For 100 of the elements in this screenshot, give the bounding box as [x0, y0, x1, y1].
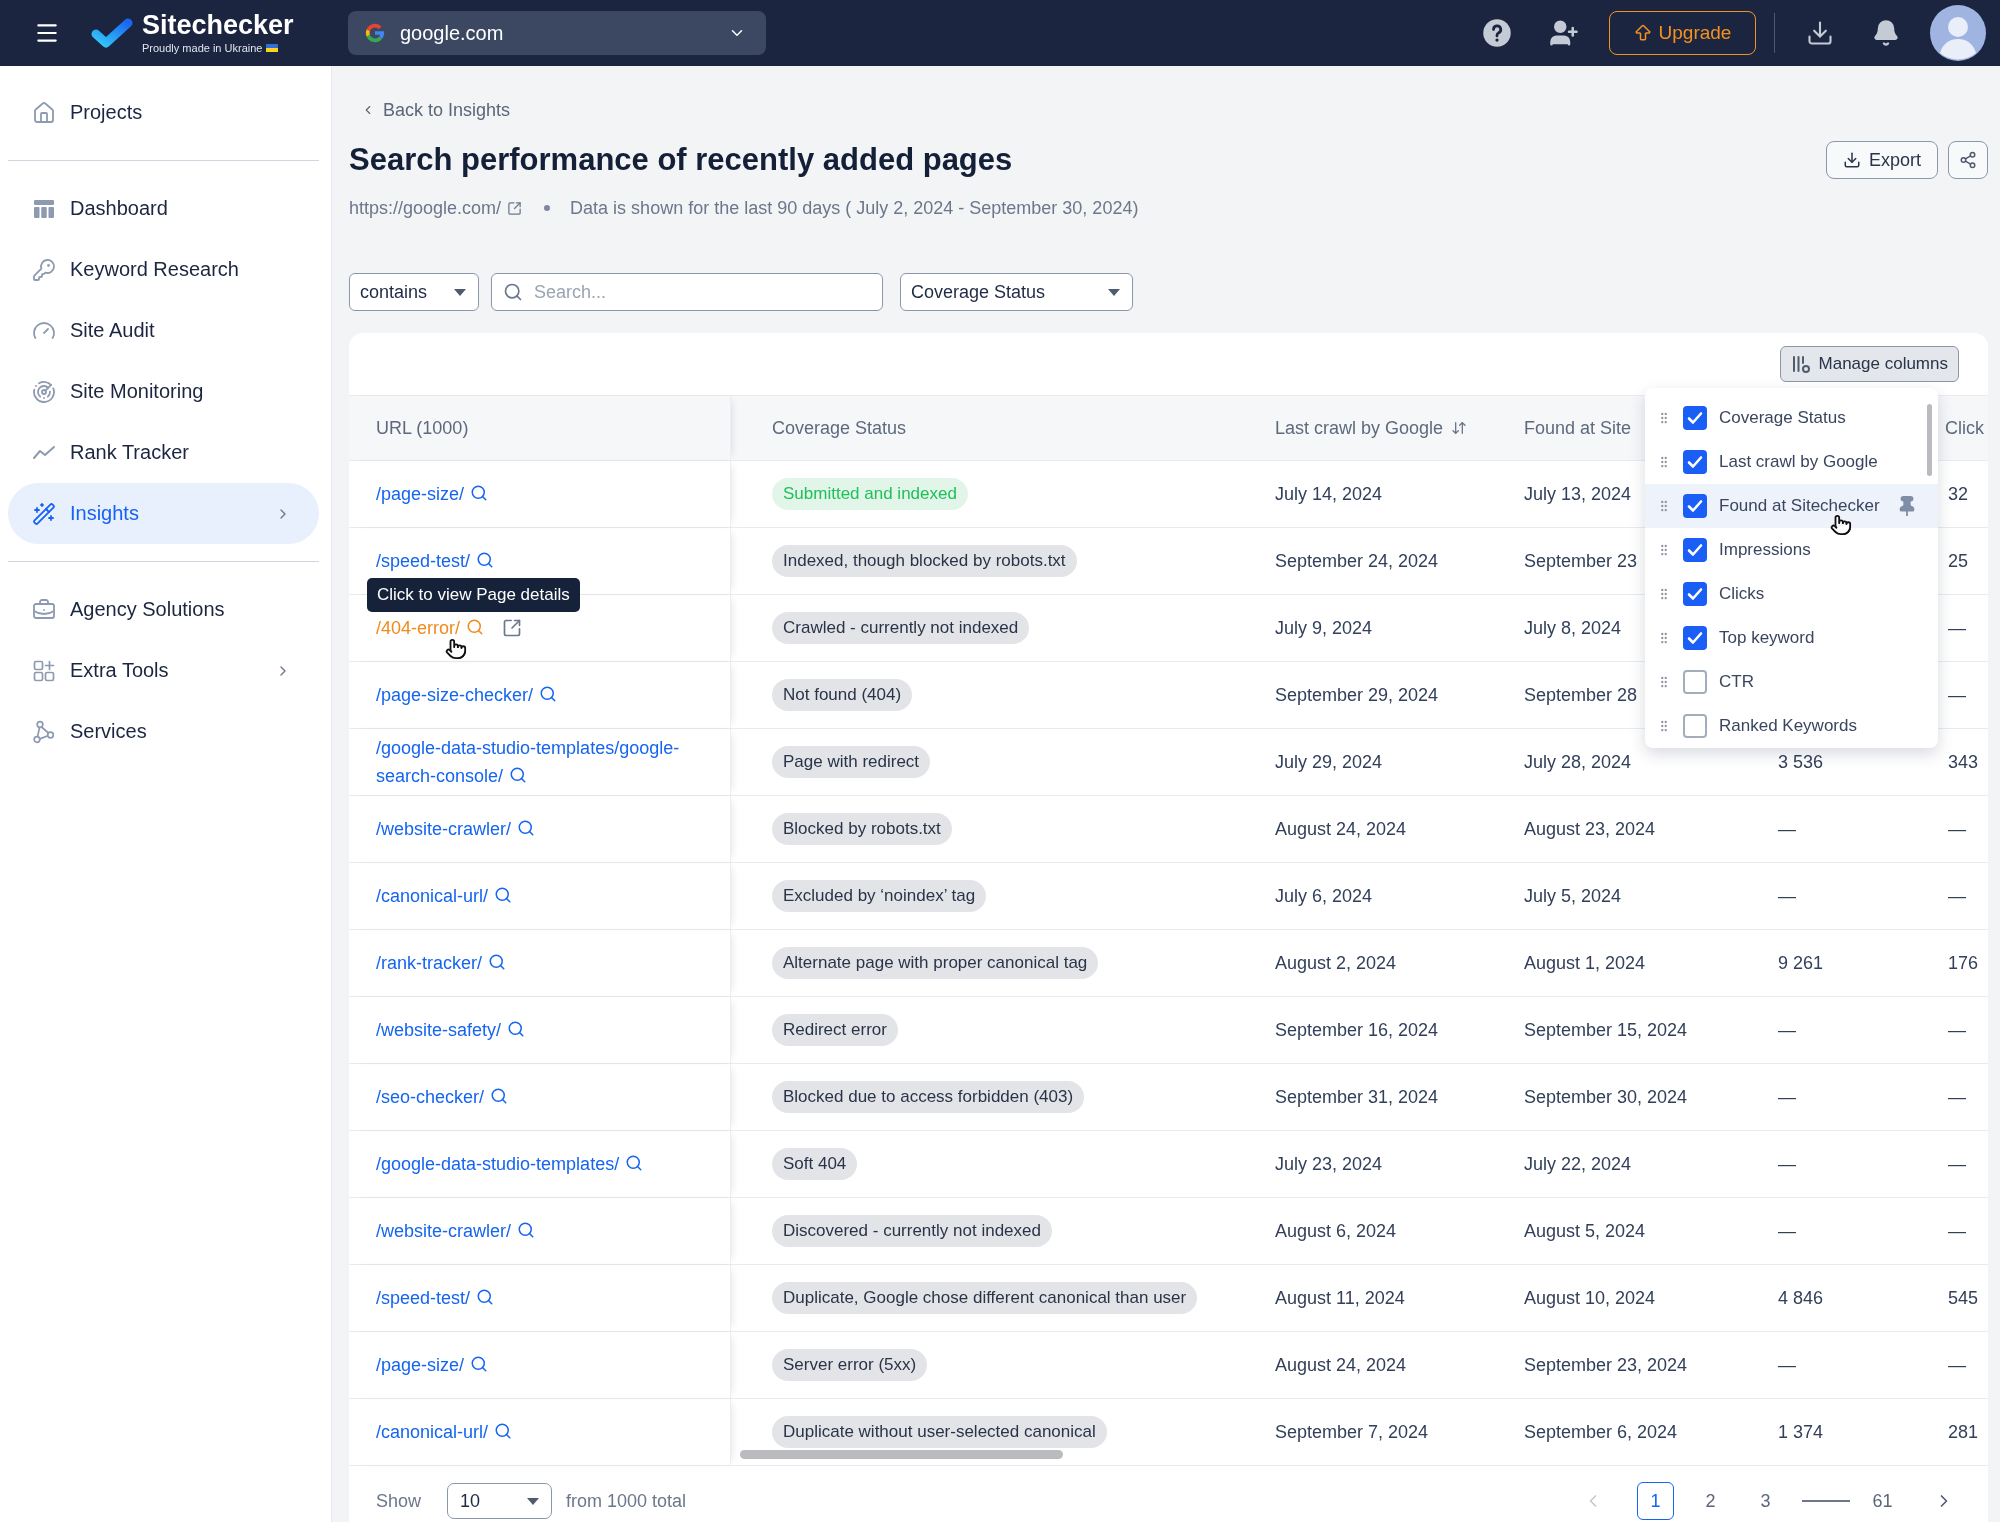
home-icon	[32, 100, 56, 125]
column-menu-item[interactable]: Top keyword	[1645, 616, 1938, 660]
bell-icon[interactable]	[1872, 19, 1900, 47]
scrollbar-thumb[interactable]	[740, 1450, 1063, 1459]
checkbox[interactable]	[1683, 626, 1707, 650]
checkbox[interactable]	[1683, 406, 1707, 430]
grid-plus-icon	[32, 658, 56, 683]
search-icon[interactable]	[476, 551, 495, 570]
tooltip: Click to view Page details	[367, 578, 580, 612]
sidebar-item[interactable]: Extra Tools	[8, 640, 319, 701]
page-url-link[interactable]: /page-size/	[376, 480, 489, 508]
page-url-link[interactable]: /speed-test/	[376, 1284, 495, 1312]
sidebar-item[interactable]: Insights	[8, 483, 319, 544]
status-filter-dropdown[interactable]: Coverage Status	[900, 273, 1133, 311]
column-menu-item[interactable]: CTR	[1645, 660, 1938, 704]
search-icon[interactable]	[509, 766, 528, 785]
found-date: July 28, 2024	[1524, 751, 1632, 773]
checkmark-logo-icon	[90, 17, 134, 49]
metric-value: —	[1778, 1220, 1796, 1242]
checkbox[interactable]	[1683, 450, 1707, 474]
search-icon[interactable]	[476, 1288, 495, 1307]
avatar-icon[interactable]	[1930, 5, 1986, 61]
caret-icon	[1108, 288, 1120, 296]
page-url-link[interactable]: /seo-checker/	[376, 1083, 509, 1111]
checkbox[interactable]	[1683, 538, 1707, 562]
sidebar-item[interactable]: Rank Tracker	[8, 422, 319, 483]
search-icon[interactable]	[539, 685, 558, 704]
page-url-link[interactable]: /google-data-studio-templates/google-search-console/	[376, 734, 714, 790]
status-badge: Redirect error	[772, 1014, 898, 1046]
logo-name: Sitechecker	[142, 12, 294, 39]
page-url-link[interactable]: /page-size/	[376, 1351, 489, 1379]
checkbox[interactable]	[1683, 670, 1707, 694]
metric-value: —	[1948, 1220, 1966, 1242]
back-link[interactable]: Back to Insights	[349, 98, 511, 122]
bullet-icon	[544, 205, 551, 211]
nodes-icon	[32, 719, 56, 744]
status-badge: Excluded by ‘noindex’ tag	[772, 880, 987, 912]
found-date: September 23	[1524, 550, 1638, 572]
crawl-date: September 7, 2024	[1275, 1421, 1429, 1443]
checkbox[interactable]	[1683, 582, 1707, 606]
search-icon[interactable]	[494, 886, 513, 905]
page-url-link[interactable]: /page-size-checker/	[376, 681, 558, 709]
metric-value: 4 846	[1778, 1287, 1824, 1309]
column-menu-item[interactable]: Last crawl by Google	[1645, 440, 1938, 484]
download-icon[interactable]	[1806, 19, 1834, 47]
flag-icon	[266, 44, 279, 52]
upgrade-button[interactable]: Upgrade	[1608, 11, 1756, 55]
caret-icon	[454, 288, 466, 296]
share-button[interactable]	[1948, 141, 1988, 179]
g-logo-icon	[364, 22, 386, 44]
export-button[interactable]: Export	[1825, 141, 1938, 179]
column-menu-item[interactable]: Impressions	[1645, 528, 1938, 572]
search-icon[interactable]	[625, 1154, 644, 1173]
sort-icon[interactable]	[1451, 420, 1468, 436]
match-mode-dropdown[interactable]: contains	[349, 273, 479, 311]
checkbox[interactable]	[1683, 714, 1707, 738]
crawl-date: July 6, 2024	[1275, 885, 1373, 907]
search-icon[interactable]	[517, 1221, 536, 1240]
page-url-link[interactable]: /rank-tracker/	[376, 949, 507, 977]
sidebar-item[interactable]: Site Monitoring	[8, 361, 319, 422]
page-url-link[interactable]: /website-crawler/	[376, 1217, 536, 1245]
search-icon[interactable]	[507, 1020, 526, 1039]
column-header[interactable]: Last crawl by Google	[1275, 417, 1444, 439]
page-url-link[interactable]: /website-safety/	[376, 1016, 526, 1044]
column-menu-item[interactable]: Clicks	[1645, 572, 1938, 616]
search-field[interactable]: Search...	[491, 273, 883, 311]
page-button[interactable]: 1	[1637, 1482, 1674, 1520]
sidebar-item[interactable]: Keyword Research	[8, 239, 319, 300]
site-url-link[interactable]: https://google.com/	[349, 197, 523, 219]
search-icon	[503, 282, 523, 302]
search-icon[interactable]	[470, 484, 489, 503]
page-url-link[interactable]: /canonical-url/	[376, 882, 513, 910]
search-icon[interactable]	[494, 1422, 513, 1441]
search-icon[interactable]	[488, 953, 507, 972]
scrollbar-thumb[interactable]	[1927, 404, 1932, 476]
help-icon[interactable]	[1481, 18, 1512, 48]
external-link-icon[interactable]	[502, 618, 523, 638]
metric-value: 9 261	[1778, 952, 1824, 974]
sidebar-item[interactable]: Agency Solutions	[8, 579, 319, 640]
page-url-link[interactable]: /website-crawler/	[376, 815, 536, 843]
page-url-link[interactable]: /speed-test/	[376, 547, 495, 575]
column-menu-item[interactable]: Coverage Status	[1645, 396, 1938, 440]
add-user-icon[interactable]	[1548, 18, 1579, 48]
column-menu-item[interactable]: Ranked Keywords	[1645, 704, 1938, 748]
page-url-link[interactable]: /canonical-url/	[376, 1418, 513, 1446]
status-badge: Server error (5xx)	[772, 1349, 928, 1381]
metric-value: —	[1948, 885, 1966, 907]
sidebar-item[interactable]: Dashboard	[8, 178, 319, 239]
checkbox[interactable]	[1683, 494, 1707, 518]
page-url-link[interactable]: /google-data-studio-templates/	[376, 1150, 644, 1178]
sidebar-item[interactable]: Services	[8, 701, 319, 762]
search-icon[interactable]	[517, 819, 536, 838]
page-size-dropdown[interactable]: 10	[447, 1483, 553, 1519]
sidebar-item[interactable]: Projects	[8, 82, 319, 143]
domain-selector[interactable]: google.com	[348, 11, 766, 55]
crawl-date: September 16, 2024	[1275, 1019, 1439, 1041]
search-icon[interactable]	[490, 1087, 509, 1106]
search-icon[interactable]	[470, 1355, 489, 1374]
sidebar-item[interactable]: Site Audit	[8, 300, 319, 361]
manage-columns-button[interactable]: Manage columns	[1779, 346, 1959, 382]
